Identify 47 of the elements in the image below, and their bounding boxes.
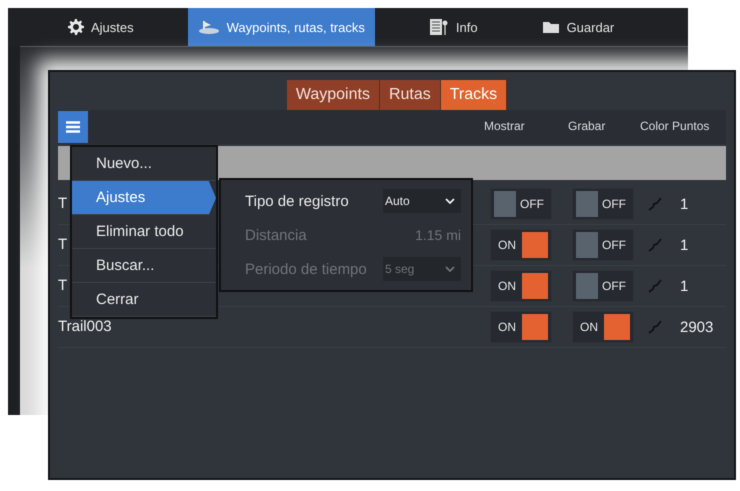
track-name: T [58,277,68,294]
tab[interactable]: Info [418,8,488,46]
setting-label: Tipo de registro [245,192,349,210]
column-header: Color Puntos [640,119,710,133]
setting-label: Distancia [245,226,307,244]
tab[interactable]: Ajustes [58,8,144,46]
folder-icon [542,20,560,34]
toggle[interactable]: OFF [572,270,634,302]
track-line-icon [648,238,662,252]
toggle[interactable]: OFF [490,188,552,220]
chevron-down-icon [445,198,455,204]
menu-item[interactable]: Buscar... [72,249,216,283]
toggle[interactable]: OFF [572,229,634,261]
setting-value: 1.15 mi [415,227,461,243]
menu-button[interactable] [58,111,88,143]
track-name: Trail003 [58,318,112,335]
toggle[interactable]: ON [490,229,552,261]
toggle[interactable]: ON [572,311,634,343]
document-icon [428,18,449,36]
toggle[interactable]: ON [490,270,552,302]
tab[interactable]: Waypoints, rutas, tracks [188,8,375,46]
tab[interactable]: Tracks [440,80,508,110]
track-line-icon [648,197,662,211]
points-count: 2903 [680,318,714,336]
dropdown[interactable]: Auto [383,189,461,213]
menu-item[interactable]: Eliminar todo [72,215,216,249]
tab[interactable]: Waypoints [286,80,380,110]
column-header: Mostrar [484,119,525,133]
menu-item[interactable]: Ajustes [72,181,216,215]
points-count: 1 [680,196,690,212]
track-name: T [58,195,68,212]
menu-item[interactable]: Cerrar [72,283,216,317]
tab[interactable]: Rutas [380,80,441,110]
track-name: T [58,236,68,253]
setting-label: Periodo de tiempo [245,260,367,278]
track-line-icon [648,279,662,293]
points-count: 1 [680,278,690,294]
toggle[interactable]: OFF [572,188,634,220]
gear-icon [68,19,84,35]
points-count: 1 [680,236,690,254]
chevron-down-icon [445,266,455,272]
menu-icon [66,121,80,133]
column-header: Grabar [568,119,606,133]
boat-icon [198,20,220,34]
track-line-icon [648,320,662,334]
tab[interactable]: Guardar [532,8,624,46]
toggle[interactable]: ON [490,311,552,343]
